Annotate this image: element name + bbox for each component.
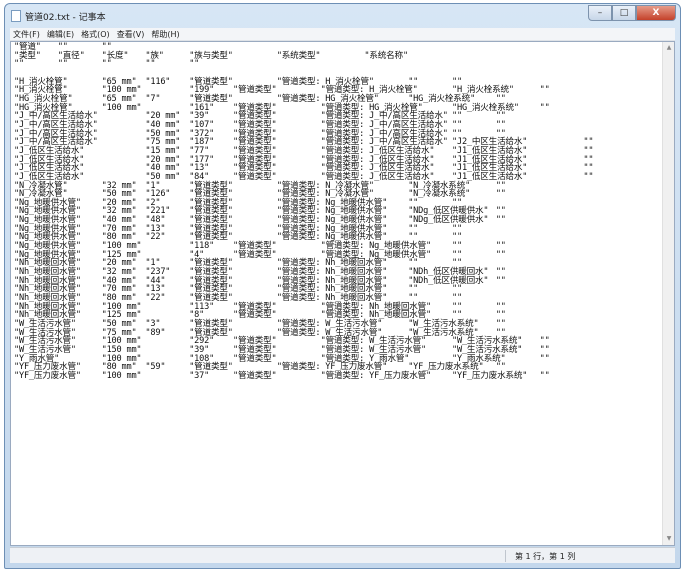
title-bar[interactable]: 管道02.txt - 记事本 – □ X: [5, 4, 680, 28]
status-divider: [505, 550, 506, 562]
menu-edit[interactable]: 编辑(E): [47, 29, 74, 40]
cursor-position: 第 1 行，第 1 列: [515, 552, 576, 561]
menu-file[interactable]: 文件(F): [13, 29, 40, 40]
menu-bar: 文件(F) 编辑(E) 格式(O) 查看(V) 帮助(H): [10, 28, 675, 41]
scroll-down-icon[interactable]: ▼: [663, 533, 674, 545]
menu-help[interactable]: 帮助(H): [151, 29, 179, 40]
close-button[interactable]: X: [636, 5, 676, 21]
text-line: "YF_压力废水管" "100 mm" "37" "管道类型" "管道类型: Y…: [14, 370, 550, 381]
text-content[interactable]: "管道" "" "" "类型" "直径" "长度" "族" "族与类型" "系统类…: [14, 43, 660, 381]
text-editor[interactable]: "管道" "" "" "类型" "直径" "长度" "族" "族与类型" "系统类…: [10, 41, 675, 546]
minimize-button[interactable]: –: [588, 5, 612, 21]
vertical-scrollbar[interactable]: ▲ ▼: [662, 42, 674, 545]
notepad-icon: [11, 10, 21, 22]
scroll-up-icon[interactable]: ▲: [663, 42, 674, 54]
menu-view[interactable]: 查看(V): [117, 29, 145, 40]
menu-format[interactable]: 格式(O): [81, 29, 110, 40]
text-line: "" "" "" "" "": [14, 59, 200, 70]
status-bar: 第 1 行，第 1 列: [10, 547, 675, 563]
maximize-button[interactable]: □: [612, 5, 636, 21]
notepad-window: 管道02.txt - 记事本 – □ X 文件(F) 编辑(E) 格式(O) 查…: [4, 3, 681, 569]
window-title: 管道02.txt - 记事本: [25, 12, 106, 23]
